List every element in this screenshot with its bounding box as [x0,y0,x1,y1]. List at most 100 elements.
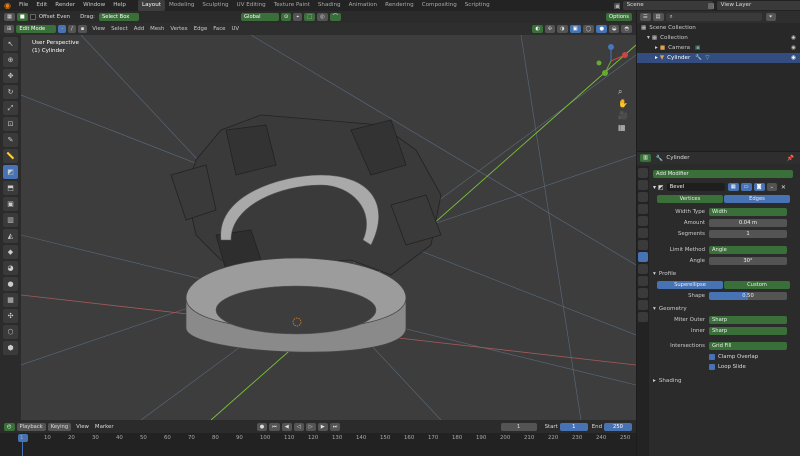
shear-tool-icon[interactable]: ⬡ [3,325,18,339]
workspace-tab-layout[interactable]: Layout [137,0,165,11]
shrink-tool-icon[interactable]: ✣ [3,309,18,323]
menu-face[interactable]: Face [210,26,228,32]
workspace-tab-modeling[interactable]: Modeling [165,0,198,11]
intersections-dropdown[interactable]: Grid Fill [709,342,787,350]
expand-chevron-icon[interactable]: ▾ [647,33,650,43]
timeline-body[interactable]: 1 10 20 30 40 50 60 70 80 90 100 110 120 130 140 150 160… [0,433,636,456]
modifier-tab-icon[interactable] [638,252,648,262]
particles-tab-icon[interactable] [638,264,648,274]
measure-tool-icon[interactable]: 📏 [3,149,18,163]
menu-render[interactable]: Render [51,0,79,11]
outliner-row-camera[interactable]: ▸ ■ Camera ▣ ◉ [637,43,800,53]
next-key-icon[interactable]: ▶ [317,422,328,431]
tool-settings-icon[interactable]: ▦ [4,13,15,21]
loop-slide-row[interactable]: Loop Slide [709,364,797,370]
clamp-overlap-checkbox[interactable] [709,354,715,360]
outliner-row-collection[interactable]: ▾ ▦ Collection ◉ [637,33,800,43]
scene-name[interactable]: Scene [622,1,713,10]
amount-field[interactable]: 0.04 m [709,219,787,227]
proportional-editing-icon[interactable]: ◎ [317,13,328,21]
menu-view[interactable]: View [89,26,108,32]
zoom-icon[interactable]: ⌕ [618,87,622,97]
collapse-chevron-icon[interactable]: ▾ [653,184,656,191]
snap-target-icon[interactable]: ⬚ [304,13,316,21]
falloff-icon[interactable]: ⌒ [329,13,341,21]
3d-viewport[interactable]: User Perspective (1) Cylinder ⌕ ✋ 🎥 ▦ [21,35,636,420]
auto-key-icon[interactable]: ● [256,422,268,431]
transform-orientation-dropdown[interactable]: Global [240,13,279,21]
menu-mesh[interactable]: Mesh [147,26,167,32]
view-layer-name[interactable]: View Layer [716,1,800,10]
add-modifier-dropdown[interactable]: Add Modifier [653,170,793,178]
annotate-tool-icon[interactable]: ✎ [3,133,18,147]
visibility-icon[interactable]: ◐ [532,25,543,33]
outliner-row-cylinder[interactable]: ▸ ▼ Cylinder 🔧 ▽ ◉ [637,53,800,63]
ortho-toggle-icon[interactable]: ▦ [618,123,626,132]
properties-editor-icon[interactable]: ▥ [640,154,651,162]
outliner-editor-icon[interactable]: ☰ [640,13,651,21]
view-layer-selector[interactable]: ▤ View Layer [708,1,800,10]
data-tab-icon[interactable] [638,300,648,310]
render-tab-icon[interactable] [638,180,648,190]
shading-wireframe-icon[interactable]: ◯ [582,25,595,33]
visibility-eye-icon[interactable]: ◉ [791,53,796,63]
end-frame-field[interactable]: 250 [604,422,632,431]
drag-select-dropdown[interactable]: Select Box [98,13,139,21]
shading-material-icon[interactable]: ◒ [608,25,620,33]
remove-modifier-icon[interactable]: ✕ [781,184,786,191]
tab-superellipse[interactable]: Superellipse [657,281,723,289]
cursor-tool-icon[interactable]: ⊕ [3,53,18,67]
material-tab-icon[interactable] [638,312,648,322]
play-reverse-icon[interactable]: ◁ [293,422,304,431]
outliner-row-scene-collection[interactable]: ▦ Scene Collection [637,23,800,33]
scale-tool-icon[interactable]: ⤢ [3,101,18,115]
menu-help[interactable]: Help [109,0,130,11]
workspace-tab-texture-paint[interactable]: Texture Paint [270,0,314,11]
move-tool-icon[interactable]: ✥ [3,69,18,83]
workspace-tab-animation[interactable]: Animation [345,0,382,11]
timeline-view-menu[interactable]: View [73,424,92,430]
play-icon[interactable]: ▷ [305,422,316,431]
jump-end-icon[interactable]: ⏭ [329,422,341,431]
bevel-tool-icon[interactable]: ◩ [3,165,18,179]
object-tab-icon[interactable] [638,240,648,250]
timeline-marker-menu[interactable]: Marker [92,424,117,430]
world-tab-icon[interactable] [638,228,648,238]
loop-slide-checkbox[interactable] [709,364,715,370]
workspace-tab-compositing[interactable]: Compositing [418,0,461,11]
smooth-tool-icon[interactable]: ● [3,277,18,291]
jump-start-icon[interactable]: ⏮ [269,422,280,431]
gizmo-icon[interactable]: ✣ [544,25,556,33]
menu-edit[interactable]: Edit [32,0,51,11]
filter-icon[interactable]: ⏷ [765,13,776,21]
navigation-gizmo[interactable] [591,41,631,81]
clamp-overlap-row[interactable]: Clamp Overlap [709,354,797,360]
edge-select-icon[interactable]: / [68,25,76,33]
rip-tool-icon[interactable]: ⬢ [3,341,18,355]
tool-tab-icon[interactable] [638,168,648,178]
profile-section-header[interactable]: ▾ Profile [653,271,797,277]
workspace-tab-scripting[interactable]: Scripting [461,0,494,11]
start-frame-field[interactable]: 1 [559,422,588,431]
timeline-editor-icon[interactable]: ◴ [4,422,15,431]
segments-field[interactable]: 1 [709,230,787,238]
workspace-tab-rendering[interactable]: Rendering [381,0,418,11]
knife-tool-icon[interactable]: ◭ [3,229,18,243]
miter-outer-dropdown[interactable]: Sharp [709,316,787,324]
pan-icon[interactable]: ✋ [618,99,628,108]
visibility-eye-icon[interactable]: ◉ [791,33,796,43]
loop-cut-tool-icon[interactable]: ▥ [3,213,18,227]
scene-tab-icon[interactable] [638,216,648,226]
tab-vertices[interactable]: Vertices [657,195,723,203]
render-toggle-icon[interactable]: ◙ [753,183,765,191]
spin-tool-icon[interactable]: ◕ [3,261,18,275]
limit-method-dropdown[interactable]: Angle [709,246,787,254]
viewport-toggle-icon[interactable]: ▭ [740,183,752,191]
workspace-tab-sculpting[interactable]: Sculpting [198,0,232,11]
current-frame-field[interactable]: 1 [500,422,537,431]
options-dropdown[interactable]: Options [605,13,632,21]
angle-field[interactable]: 30° [709,257,787,265]
edge-slide-tool-icon[interactable]: ▦ [3,293,18,307]
shading-solid-icon[interactable]: ● [596,25,607,33]
offset-even-checkbox[interactable] [29,14,36,20]
